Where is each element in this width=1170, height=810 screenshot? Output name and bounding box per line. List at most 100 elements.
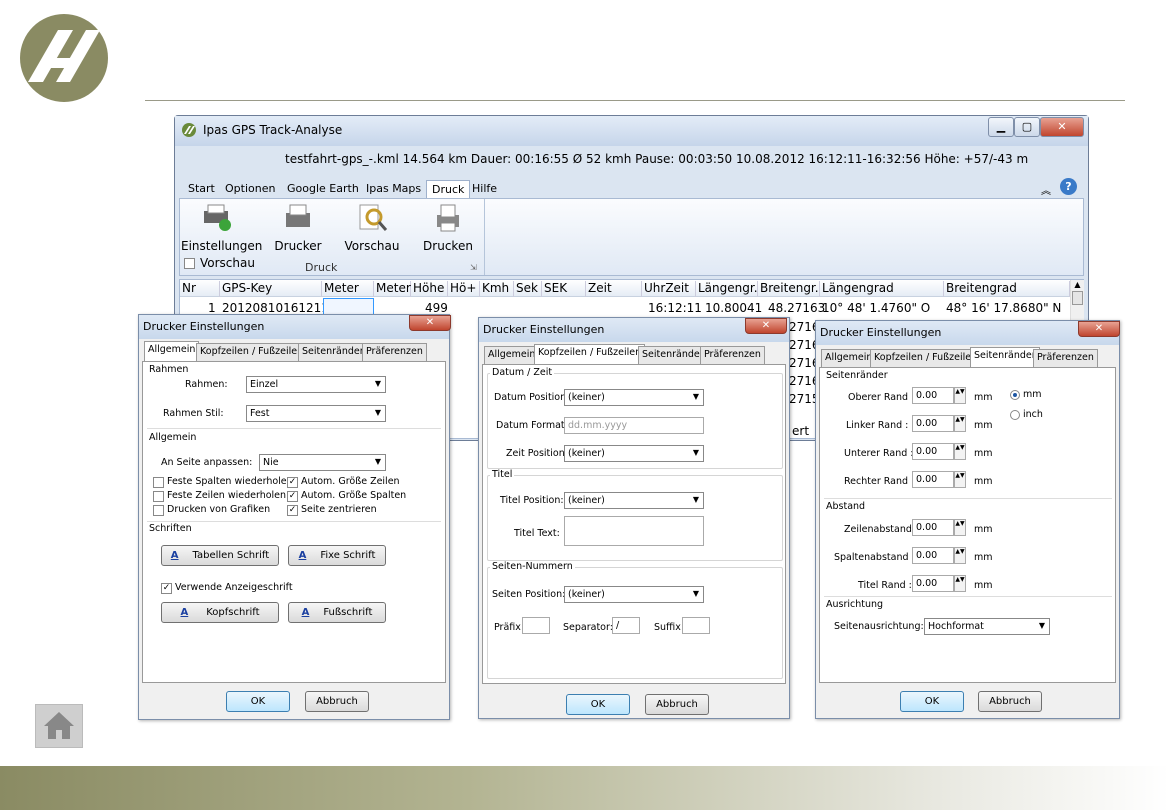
col-sek[interactable]: Sek xyxy=(514,281,542,297)
vorschau-button[interactable]: Vorschau xyxy=(337,203,407,253)
col-hoehe[interactable]: Höhe xyxy=(411,281,448,297)
tab-praeferenzen[interactable]: Präferenzen xyxy=(362,343,427,361)
ausrichtung-select[interactable]: Hochformat xyxy=(924,618,1050,635)
rechts-spinner[interactable]: ▲▼ xyxy=(954,471,966,488)
help-icon[interactable]: ? xyxy=(1060,178,1077,195)
spalten-unit: mm xyxy=(974,552,993,563)
unten-input[interactable]: 0.00 xyxy=(912,443,954,460)
col-sek-2[interactable]: SEK xyxy=(542,281,586,297)
ok-button[interactable]: OK xyxy=(900,691,964,712)
cancel-button[interactable]: Abbruch xyxy=(305,691,369,712)
datum-pos-select[interactable]: (keiner) xyxy=(564,389,704,406)
col-gps-key[interactable]: GPS-Key xyxy=(220,281,322,297)
col-uhrzeit[interactable]: UhrZeit xyxy=(642,281,696,297)
tab-seitenraender[interactable]: Seitenränder xyxy=(298,343,368,361)
fussschrift-button[interactable]: A Fußschrift xyxy=(288,602,386,623)
tab-praeferenzen[interactable]: Präferenzen xyxy=(1033,349,1098,367)
drucken-button[interactable]: Drucken xyxy=(413,203,483,253)
tab-start[interactable]: Start xyxy=(183,180,220,198)
datum-format-input[interactable]: dd.mm.yyyy xyxy=(564,417,704,434)
radio-inch[interactable] xyxy=(1010,410,1020,420)
vorschau-checkbox[interactable] xyxy=(184,258,195,269)
anpassen-select[interactable]: Nie xyxy=(259,454,386,471)
check-anzeigeschrift[interactable]: ✓ xyxy=(161,583,172,594)
check-feste-zeilen[interactable] xyxy=(153,491,164,502)
selected-cell[interactable] xyxy=(323,298,374,315)
check-feste-spalten[interactable] xyxy=(153,477,164,488)
tab-praeferenzen[interactable]: Präferenzen xyxy=(700,346,765,364)
radio-mm[interactable] xyxy=(1010,390,1020,400)
tab-allgemein[interactable]: Allgemein xyxy=(484,346,540,364)
kopfschrift-button[interactable]: A Kopfschrift xyxy=(161,602,279,623)
tab-allgemein[interactable]: Allgemein xyxy=(144,341,200,361)
ok-button[interactable]: OK xyxy=(566,694,630,715)
ok-button[interactable]: OK xyxy=(226,691,290,712)
col-breitengrad[interactable]: Breitengrad xyxy=(944,281,1070,297)
close-button[interactable]: ✕ xyxy=(1040,117,1084,137)
tab-optionen[interactable]: Optionen xyxy=(220,180,280,198)
minimize-button[interactable]: ▁ xyxy=(988,117,1014,137)
spalten-spinner[interactable]: ▲▼ xyxy=(954,547,966,564)
col-meter[interactable]: Meter xyxy=(322,281,374,297)
rechts-input[interactable]: 0.00 xyxy=(912,471,954,488)
oben-input[interactable]: 0.00 xyxy=(912,387,954,404)
drucker-button[interactable]: Drucker xyxy=(263,203,333,253)
tab-kopfzeilen[interactable]: Kopfzeilen / Fußzeilen xyxy=(534,344,646,364)
links-spinner[interactable]: ▲▼ xyxy=(954,415,966,432)
oben-spinner[interactable]: ▲▼ xyxy=(954,387,966,404)
tab-ipas-maps[interactable]: Ipas Maps xyxy=(361,180,426,198)
dialog-close-button[interactable]: ✕ xyxy=(1078,321,1120,337)
titel-rand-input[interactable]: 0.00 xyxy=(912,575,954,592)
zeilen-input[interactable]: 0.00 xyxy=(912,519,954,536)
dialog-close-button[interactable]: ✕ xyxy=(745,318,787,334)
praefix-input[interactable] xyxy=(522,617,550,634)
col-hoe-plus[interactable]: Hö+ xyxy=(448,281,480,297)
col-meter-2[interactable]: Meter xyxy=(374,281,411,297)
dialog-close-button[interactable]: ✕ xyxy=(409,315,451,331)
seiten-pos-select[interactable]: (keiner) xyxy=(564,586,704,603)
tab-kopfzeilen[interactable]: Kopfzeilen / Fußzeilen xyxy=(196,343,308,361)
check-autom-spalten[interactable]: ✓ xyxy=(287,491,298,502)
fixe-schrift-button[interactable]: A Fixe Schrift xyxy=(288,545,386,566)
col-breitengr[interactable]: Breitengr. xyxy=(758,281,820,297)
col-laengengrad[interactable]: Längengrad xyxy=(820,281,944,297)
scrollbar-thumb[interactable] xyxy=(1072,291,1083,305)
zeit-pos-select[interactable]: (keiner) xyxy=(564,445,704,462)
separator-input[interactable]: / xyxy=(612,617,640,634)
einstellungen-button[interactable]: Einstellungen xyxy=(181,203,262,253)
collapse-ribbon-icon[interactable]: ︽ xyxy=(1041,182,1051,197)
cancel-button[interactable]: Abbruch xyxy=(645,694,709,715)
unten-spinner[interactable]: ▲▼ xyxy=(954,443,966,460)
tab-hilfe[interactable]: Hilfe xyxy=(467,180,502,198)
tab-google-earth[interactable]: Google Earth xyxy=(282,180,364,198)
rahmen-stil-select[interactable]: Fest xyxy=(246,405,386,422)
links-input[interactable]: 0.00 xyxy=(912,415,954,432)
tab-seitenraender[interactable]: Seitenränder xyxy=(638,346,708,364)
check-grafiken[interactable] xyxy=(153,505,164,516)
cancel-button[interactable]: Abbruch xyxy=(978,691,1042,712)
tabellen-schrift-button[interactable]: A Tabellen Schrift xyxy=(161,545,279,566)
check-feste-zeilen-label: Feste Zeilen wiederholen xyxy=(167,490,287,501)
col-laengengr[interactable]: Längengr. xyxy=(696,281,758,297)
home-button[interactable] xyxy=(35,704,83,748)
spalten-input[interactable]: 0.00 xyxy=(912,547,954,564)
unten-label: Unterer Rand : xyxy=(844,448,914,459)
zeilen-spinner[interactable]: ▲▼ xyxy=(954,519,966,536)
check-autom-zeilen[interactable]: ✓ xyxy=(287,477,298,488)
col-nr[interactable]: Nr xyxy=(180,281,220,297)
tab-allgemein[interactable]: Allgemein xyxy=(821,349,877,367)
tab-druck[interactable]: Druck xyxy=(426,180,471,198)
titel-pos-select[interactable]: (keiner) xyxy=(564,492,704,509)
tab-kopfzeilen[interactable]: Kopfzeilen / Fußzeilen xyxy=(870,349,982,367)
maximize-button[interactable]: ▢ xyxy=(1014,117,1040,137)
col-zeit[interactable]: Zeit xyxy=(586,281,642,297)
suffix-input[interactable] xyxy=(682,617,710,634)
tab-seitenraender[interactable]: Seitenränder xyxy=(970,347,1040,367)
rahmen-label: Rahmen: xyxy=(185,379,228,390)
check-zentrieren[interactable]: ✓ xyxy=(287,505,298,516)
col-kmh[interactable]: Kmh xyxy=(480,281,514,297)
titel-text-input[interactable] xyxy=(564,516,704,546)
group-dialog-launcher-icon[interactable]: ⇲ xyxy=(470,263,477,272)
titel-rand-spinner[interactable]: ▲▼ xyxy=(954,575,966,592)
rahmen-select[interactable]: Einzel xyxy=(246,376,386,393)
